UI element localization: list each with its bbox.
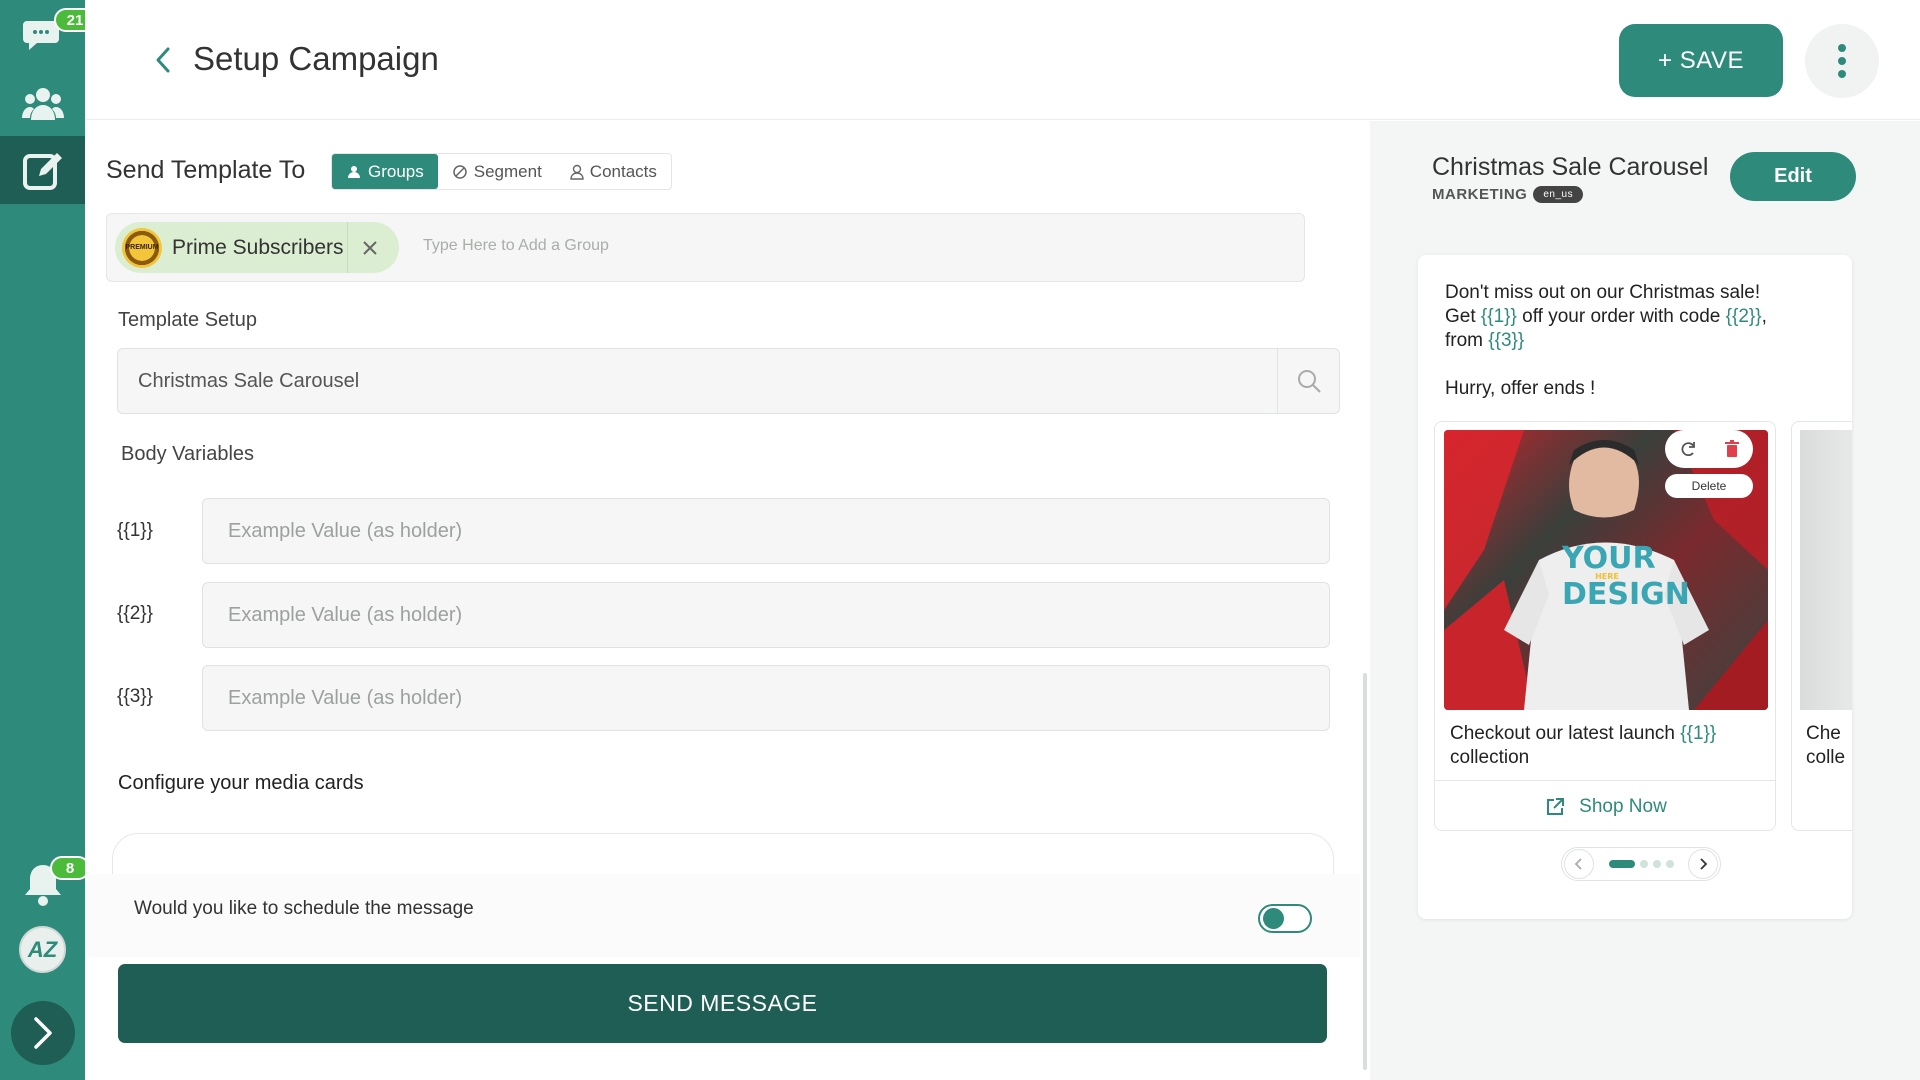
carousel-prev-button[interactable] <box>1564 849 1594 879</box>
message-line-3: from {{3}} <box>1445 330 1525 351</box>
user-icon <box>570 164 584 180</box>
user-avatar[interactable]: AZ <box>19 926 66 973</box>
chevron-right-icon <box>34 1017 52 1049</box>
group-chip: PREMIUM Prime Subscribers <box>115 222 399 273</box>
refresh-icon[interactable] <box>1678 439 1698 459</box>
carousel-dots <box>1608 860 1674 868</box>
shirt-print: YOUR HERE DESIGN <box>1562 541 1690 612</box>
group-search-input[interactable]: Type Here to Add a Group <box>423 237 609 255</box>
preview-title: Christmas Sale Carousel <box>1432 153 1709 181</box>
message-preview: Don't miss out on our Christmas sale! Ge… <box>1418 255 1852 919</box>
message-line-4: Hurry, offer ends ! <box>1445 378 1596 399</box>
preview-category: MARKETING en_us <box>1432 186 1584 203</box>
send-message-button[interactable]: SEND MESSAGE <box>118 964 1327 1043</box>
message-body: Don't miss out on our Christmas sale! Ge… <box>1445 281 1830 401</box>
users-icon <box>21 87 64 120</box>
card-actions <box>1665 430 1753 468</box>
carousel-card-next: Che colle <box>1791 421 1852 831</box>
body-variables-label: Body Variables <box>121 443 255 465</box>
card-image: YOUR HERE DESIGN <box>1444 430 1768 710</box>
card-caption-next: Che colle <box>1806 723 1846 768</box>
schedule-row: Would you like to schedule the message <box>85 874 1360 957</box>
template-select[interactable]: Christmas Sale Carousel <box>117 348 1340 414</box>
save-button[interactable]: + SAVE <box>1619 24 1783 97</box>
variable-2-input[interactable]: Example Value (as holder) <box>202 582 1330 648</box>
chevron-right-icon <box>1700 858 1708 870</box>
carousel-next-button[interactable] <box>1688 849 1718 879</box>
edit-icon <box>22 153 62 190</box>
tab-groups[interactable]: Groups <box>332 154 438 189</box>
card-image-next <box>1800 430 1852 710</box>
message-line-1: Don't miss out on our Christmas sale! <box>1445 282 1761 303</box>
variable-3-label: {{3}} <box>117 686 153 707</box>
template-preview-panel: Christmas Sale Carousel MARKETING en_us … <box>1370 121 1920 1080</box>
segment-icon <box>453 164 467 179</box>
users-icon <box>348 165 360 178</box>
tab-groups-label: Groups <box>368 161 424 181</box>
message-line-2: Get {{1}} off your order with code {{2}}… <box>1445 306 1767 327</box>
template-setup-label: Template Setup <box>118 309 257 331</box>
group-chip-label: Prime Subscribers <box>172 235 344 259</box>
sidebar-item-contacts[interactable] <box>0 76 85 131</box>
sidebar-item-campaign[interactable] <box>0 136 85 204</box>
more-vertical-icon <box>1838 44 1846 52</box>
shop-now-label: Shop Now <box>1579 795 1667 817</box>
category-label: MARKETING <box>1432 186 1528 203</box>
delete-tooltip: Delete <box>1665 474 1753 498</box>
chevron-left-icon <box>156 47 170 73</box>
sidebar: 21 8 AZ <box>0 0 96 1080</box>
tab-segment-label: Segment <box>473 161 542 181</box>
campaign-form: Send Template To Groups Segment Contacts… <box>85 121 1370 1080</box>
external-link-icon <box>1547 797 1565 815</box>
close-icon <box>362 240 377 255</box>
template-select-value: Christmas Sale Carousel <box>138 370 360 392</box>
sidebar-expand-button[interactable] <box>11 1001 75 1065</box>
variable-3-input[interactable]: Example Value (as holder) <box>202 665 1330 731</box>
media-cards-label: Configure your media cards <box>118 772 364 794</box>
language-badge: en_us <box>1533 186 1584 203</box>
carousel-card: YOUR HERE DESIGN Delete Checkout our lat… <box>1434 421 1776 831</box>
schedule-toggle[interactable] <box>1258 904 1312 933</box>
page-title: Setup Campaign <box>193 40 439 77</box>
group-avatar: PREMIUM <box>122 227 162 268</box>
variable-1-input[interactable]: Example Value (as holder) <box>202 498 1330 564</box>
variable-1-label: {{1}} <box>117 520 153 541</box>
send-template-label: Send Template To <box>106 156 306 184</box>
back-button[interactable] <box>145 40 181 80</box>
notification-badge: 8 <box>50 856 90 880</box>
carousel-pager <box>1561 847 1721 881</box>
tab-contacts[interactable]: Contacts <box>556 154 671 189</box>
search-icon <box>1297 370 1321 393</box>
edit-template-button[interactable]: Edit <box>1730 152 1856 201</box>
header: Setup Campaign + SAVE <box>85 0 1920 120</box>
chevron-left-icon <box>1574 858 1582 870</box>
variable-2-label: {{2}} <box>117 603 153 624</box>
group-selector[interactable]: PREMIUM Prime Subscribers Type Here to A… <box>106 213 1305 282</box>
tab-contacts-label: Contacts <box>589 161 657 181</box>
shop-now-button[interactable]: Shop Now <box>1435 780 1775 830</box>
tab-segment[interactable]: Segment <box>438 154 556 189</box>
remove-group-button[interactable] <box>347 222 391 273</box>
toggle-knob <box>1263 908 1284 929</box>
template-search-button[interactable] <box>1277 349 1339 413</box>
scrollbar[interactable] <box>1363 673 1367 1070</box>
delete-icon[interactable] <box>1724 440 1740 458</box>
card-caption: Checkout our latest launch {{1}} collect… <box>1450 723 1717 768</box>
recipient-type-tabs: Groups Segment Contacts <box>331 153 672 190</box>
more-options-button[interactable] <box>1805 24 1879 98</box>
schedule-label: Would you like to schedule the message <box>134 898 474 919</box>
